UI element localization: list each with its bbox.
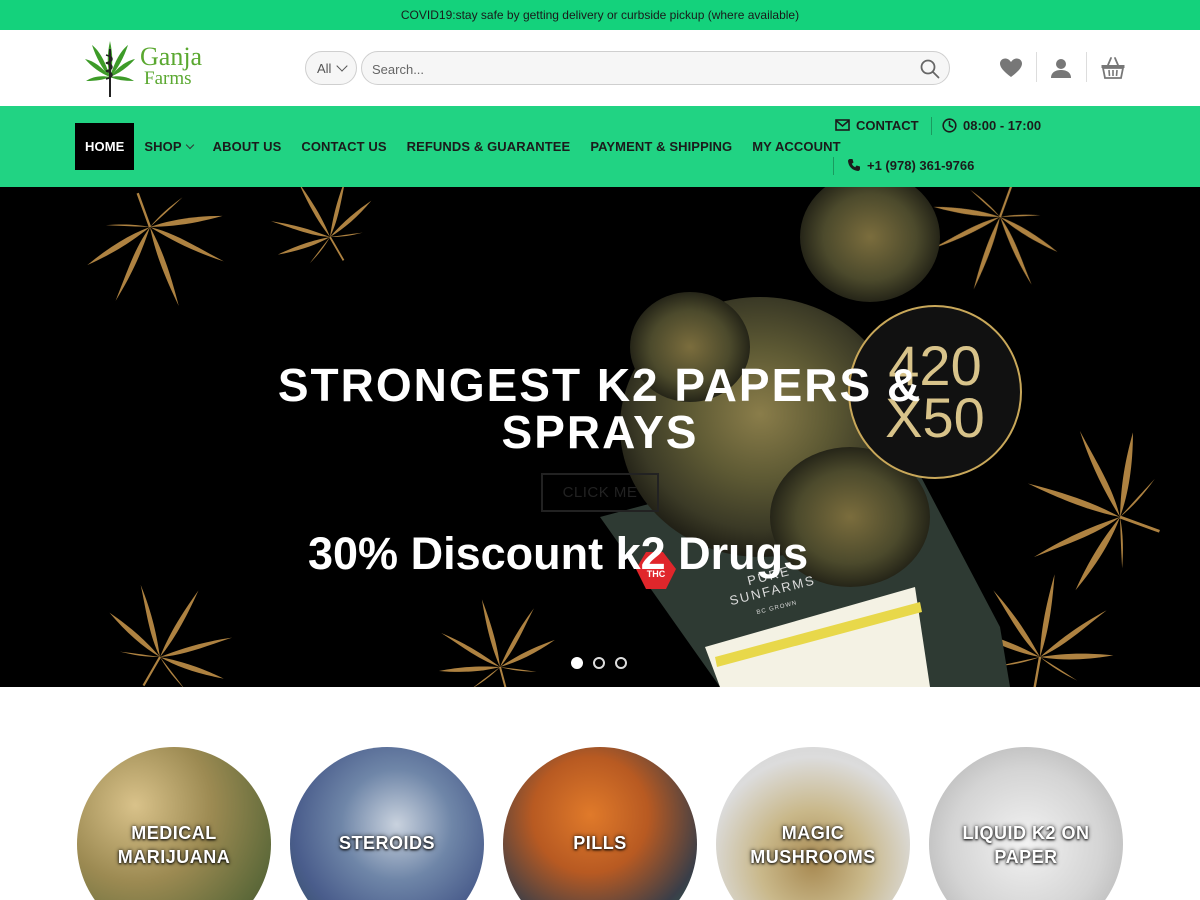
announcement-text: COVID19:stay safe by getting delivery or…	[400, 8, 800, 22]
category-magic-mushrooms[interactable]: MAGIC MUSHROOMS	[716, 747, 910, 900]
site-header: Ganja Farms All	[0, 30, 1200, 106]
logo-text-line1: Ganja	[140, 42, 203, 71]
hero-cta-button[interactable]: CLICK ME	[541, 473, 659, 512]
hours-text: 08:00 - 17:00	[963, 117, 1042, 133]
nav-item-payment-shipping[interactable]: PAYMENT & SHIPPING	[580, 123, 742, 170]
nav-contact-link[interactable]: CONTACT	[835, 114, 919, 136]
category-medical-marijuana[interactable]: MEDICAL MARIJUANA	[77, 747, 271, 900]
envelope-icon	[835, 119, 850, 131]
slider-dot-1[interactable]	[571, 657, 583, 669]
main-nav-bar: HOME SHOP ABOUT US CONTACT US REFUNDS & …	[0, 106, 1200, 187]
clock-icon	[942, 117, 957, 133]
category-list: MEDICAL MARIJUANA STEROIDS PILLS MAGIC M…	[0, 747, 1200, 900]
header-divider	[1036, 52, 1037, 82]
category-select[interactable]: All	[305, 51, 357, 85]
category-steroids[interactable]: STEROIDS	[290, 747, 484, 900]
main-nav: HOME SHOP ABOUT US CONTACT US REFUNDS & …	[75, 123, 851, 170]
nav-item-shop[interactable]: SHOP	[134, 123, 202, 170]
contact-label: CONTACT	[856, 117, 919, 133]
cannabis-leaf-logo-icon	[85, 41, 135, 97]
category-select-value: All	[317, 60, 332, 76]
chevron-down-icon	[336, 60, 348, 72]
basket-icon[interactable]	[1100, 56, 1126, 80]
user-icon[interactable]	[1048, 56, 1074, 80]
nav-item-contact-us[interactable]: CONTACT US	[291, 123, 396, 170]
chevron-down-icon	[185, 140, 194, 149]
nav-item-refunds-guarantee[interactable]: REFUNDS & GUARANTEE	[397, 123, 581, 170]
hero-slider: 420 X50 THC PURE SUNFARMS BC GROWN STRON…	[0, 187, 1200, 687]
hero-title: STRONGEST K2 PAPERS & SPRAYS	[277, 359, 923, 458]
slider-dot-3[interactable]	[615, 657, 627, 669]
nav-hours: 08:00 - 17:00	[942, 114, 1041, 136]
category-liquid-k2-on-paper[interactable]: LIQUID K2 ON PAPER	[929, 747, 1123, 900]
search-input[interactable]	[372, 58, 902, 80]
phone-icon	[848, 159, 860, 171]
search-icon[interactable]	[919, 58, 941, 80]
slider-dot-2[interactable]	[593, 657, 605, 669]
heart-icon[interactable]	[998, 56, 1024, 80]
phone-text: +1 (978) 361-9766	[867, 157, 975, 173]
nav-item-home[interactable]: HOME	[75, 123, 135, 170]
nav-item-about-us[interactable]: ABOUT US	[203, 123, 292, 170]
slider-dots	[571, 657, 637, 669]
site-logo[interactable]: Ganja Farms	[82, 36, 222, 100]
announcement-bar: COVID19:stay safe by getting delivery or…	[0, 0, 1200, 30]
category-pills[interactable]: PILLS	[503, 747, 697, 900]
nav-phone-link[interactable]: +1 (978) 361-9766	[847, 154, 974, 176]
nav-contact-divider	[931, 117, 932, 135]
logo-text-line2: Farms	[144, 68, 192, 89]
nav-contact-divider	[833, 157, 834, 175]
search-box	[361, 51, 950, 85]
hero-subtitle: 30% Discount k2 Drugs	[308, 528, 809, 579]
header-divider	[1086, 52, 1087, 82]
